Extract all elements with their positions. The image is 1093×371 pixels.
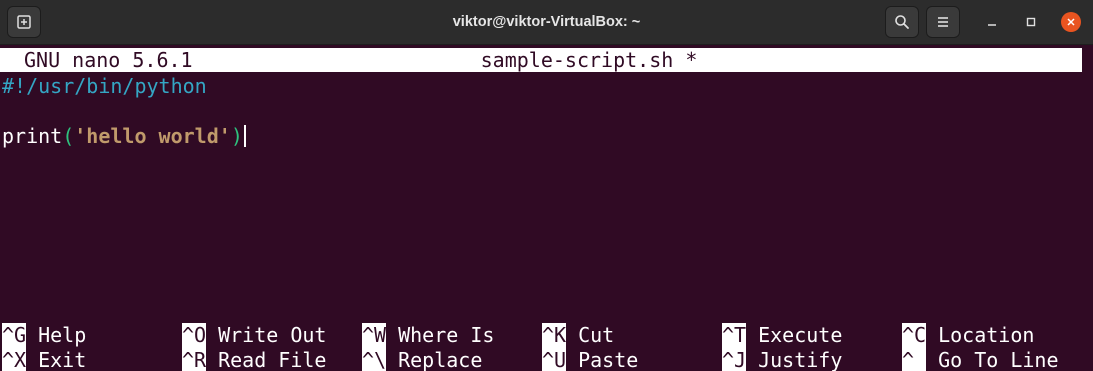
hamburger-menu-icon (938, 17, 948, 27)
shortcut-key: ^X (2, 348, 27, 371)
shortcut-key: ^J (722, 348, 747, 371)
shebang-text: #!/usr/bin/python (2, 74, 207, 98)
code-close-paren: ) (230, 124, 243, 148)
shortcut-read-file[interactable]: ^R Read File (182, 348, 326, 371)
shortcut-label: Justify (758, 348, 843, 371)
shortcut-execute[interactable]: ^T Execute (722, 323, 842, 348)
shortcut-label: Help (38, 323, 87, 347)
close-button[interactable] (1061, 12, 1081, 32)
shortcut-key: ^W (362, 323, 387, 348)
terminal-area[interactable]: GNU nano 5.6.1 sample-script.sh * #!/usr… (0, 45, 1093, 371)
shortcut-location[interactable]: ^C Location (902, 323, 1034, 348)
shortcut-where-is[interactable]: ^W Where Is (362, 323, 494, 348)
terminal-window: viktor@viktor-VirtualBox: ~ GNU nano 5.6… (0, 0, 1093, 371)
shortcut-label: Paste (578, 348, 639, 371)
shortcut-key: ^R (182, 348, 207, 371)
shortcut-key: ^K (542, 323, 567, 348)
shortcut-label: Cut (578, 323, 615, 347)
shortcut-key: ^T (722, 323, 747, 348)
shortcut-bar: ^G Help ^O Write Out ^W Where Is ^K Cut ^T Ex… (0, 322, 1093, 371)
editor-line-3[interactable]: print('hello world') (2, 123, 246, 149)
shortcut-label: Write Out (218, 323, 327, 347)
file-name: sample-script.sh * (480, 48, 698, 72)
menu-button[interactable] (926, 6, 960, 38)
shortcut-label: Exit (38, 348, 87, 371)
shortcut-exit[interactable]: ^X Exit (2, 348, 86, 371)
shortcut-help[interactable]: ^G Help (2, 323, 86, 348)
maximize-icon (1026, 17, 1036, 27)
shortcut-key: ^\ (362, 348, 387, 371)
shortcut-key: ^G (2, 323, 27, 348)
search-button[interactable] (885, 6, 919, 38)
close-icon (1067, 18, 1075, 26)
shortcut-label: Replace (398, 348, 483, 371)
shortcut-write-out[interactable]: ^O Write Out (182, 323, 326, 348)
text-cursor (243, 125, 246, 147)
shortcut-paste[interactable]: ^U Paste (542, 348, 638, 371)
shortcut-replace[interactable]: ^\ Replace (362, 348, 482, 371)
minimize-icon (988, 24, 996, 26)
shortcut-label: Where Is (398, 323, 495, 347)
shortcut-cut[interactable]: ^K Cut (542, 323, 614, 348)
shortcut-key: ^C (902, 323, 927, 348)
search-icon (895, 15, 909, 29)
shortcut-label: Location (938, 323, 1035, 347)
title-bar[interactable]: viktor@viktor-VirtualBox: ~ (0, 0, 1093, 45)
shortcut-key: ^U (542, 348, 567, 371)
shortcut-label: Go To Line (938, 348, 1059, 371)
minimize-button[interactable] (982, 12, 1002, 32)
shortcut-label: Read File (218, 348, 327, 371)
shortcut-label: Execute (758, 323, 843, 347)
nano-header-bar: GNU nano 5.6.1 sample-script.sh * (0, 48, 1082, 72)
shortcut-justify[interactable]: ^J Justify (722, 348, 842, 371)
shortcut-key: ^O (182, 323, 207, 348)
editor-line-1[interactable]: #!/usr/bin/python (2, 73, 207, 99)
maximize-button[interactable] (1021, 12, 1041, 32)
code-function: print (2, 124, 63, 148)
code-string: 'hello world' (74, 124, 231, 148)
shortcut-go-to-line[interactable]: ^_ Go To Line (902, 348, 1059, 371)
shortcut-key: ^_ (902, 348, 927, 371)
code-open-paren: ( (62, 124, 75, 148)
